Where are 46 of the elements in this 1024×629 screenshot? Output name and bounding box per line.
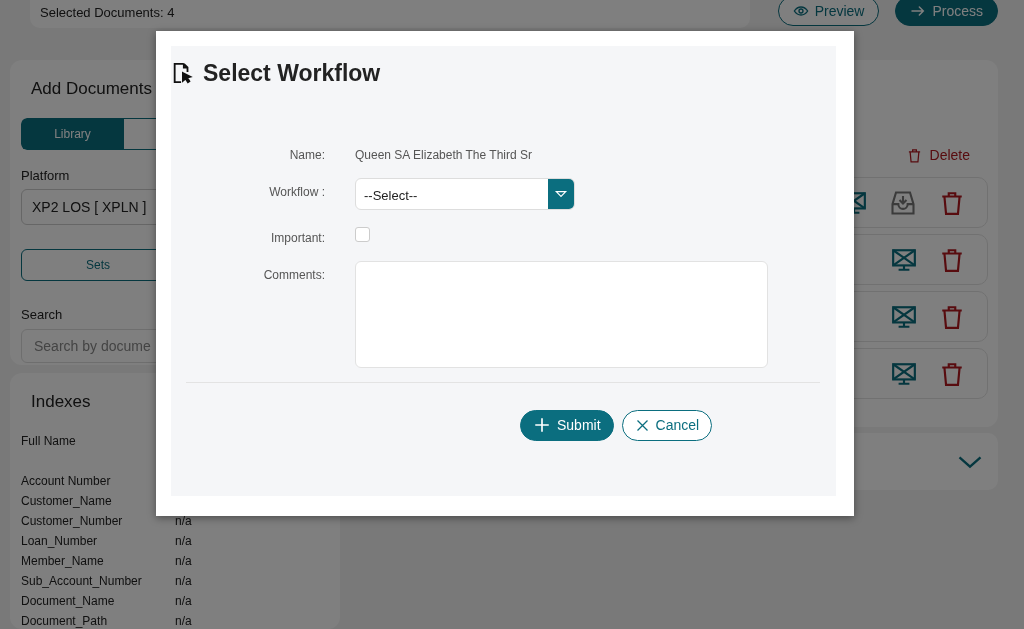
selected-count: Selected Documents: 4 bbox=[40, 3, 175, 22]
submit-button[interactable]: Submit bbox=[520, 409, 614, 441]
index-name: Member_Name bbox=[21, 552, 105, 570]
trash-icon[interactable] bbox=[939, 303, 965, 330]
index-name: Customer_Name bbox=[21, 492, 113, 510]
field-label: Platform bbox=[21, 166, 71, 185]
index-value: n/a bbox=[175, 572, 192, 590]
plus-icon bbox=[533, 416, 551, 434]
card-title: Add Documents bbox=[31, 78, 153, 100]
name-value: Queen SA Elizabeth The Third Sr bbox=[355, 146, 533, 164]
process-button[interactable]: Process bbox=[895, 0, 998, 26]
trash-icon[interactable] bbox=[939, 360, 965, 387]
index-name: Sub_Account_Number bbox=[21, 572, 143, 590]
field-label: Search bbox=[21, 306, 64, 324]
index-name: Account Number bbox=[21, 472, 112, 490]
inbox-download-icon[interactable] bbox=[889, 188, 917, 217]
trash-icon[interactable] bbox=[939, 246, 965, 273]
index-value: n/a bbox=[175, 612, 192, 629]
close-icon bbox=[634, 417, 650, 433]
eye-icon bbox=[792, 3, 809, 19]
tab[interactable]: Library bbox=[21, 117, 124, 150]
cancel-button[interactable]: Cancel bbox=[621, 409, 713, 441]
trash-icon bbox=[906, 148, 922, 163]
comments-field[interactable] bbox=[355, 260, 768, 368]
index-name: Full Name bbox=[21, 432, 77, 450]
index-value: n/a bbox=[175, 552, 192, 570]
index-name: Document_Path bbox=[21, 612, 109, 629]
index-name: Customer_Number bbox=[21, 512, 124, 530]
field-label: Name: bbox=[288, 146, 325, 164]
field-label: Important: bbox=[269, 229, 325, 247]
document-cursor-icon bbox=[171, 62, 193, 85]
index-value: n/a bbox=[175, 532, 192, 550]
arrow-right-icon bbox=[910, 3, 927, 19]
delete-button[interactable]: Delete bbox=[900, 144, 976, 167]
checkbox[interactable] bbox=[355, 226, 370, 242]
index-name: Loan_Number bbox=[21, 532, 99, 550]
card-title: Indexes bbox=[31, 391, 92, 413]
index-name: Document_Name bbox=[21, 592, 116, 610]
workflow-select[interactable]: --Select-- bbox=[355, 177, 575, 210]
dialog-title: Select Workflow bbox=[203, 59, 381, 88]
index-value: n/a bbox=[175, 512, 192, 530]
index-value: n/a bbox=[175, 592, 192, 610]
trash-icon[interactable] bbox=[939, 189, 965, 216]
field-label: Workflow : bbox=[268, 183, 325, 201]
preview-button[interactable]: Preview bbox=[777, 0, 880, 26]
field-label: Comments: bbox=[262, 266, 325, 284]
